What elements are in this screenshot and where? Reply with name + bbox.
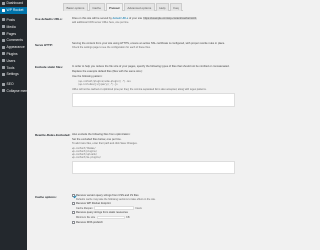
sidebar-item-label: Tools [6,65,15,70]
menu-icon [2,1,5,5]
sidebar-item-label: Media [6,24,16,29]
sidebar-item-wp-rocket[interactable]: WP Rocket [0,6,27,14]
sidebar-item-label: SEO [6,82,14,87]
sidebar-item-label: Pages [6,31,17,36]
checkbox-remove-footprint[interactable] [72,201,75,205]
row-serve-body: Serving the content from your site using… [72,42,237,49]
rewrite-code-4: wp-content/mu-plugins/ [72,156,101,160]
menu-icon [2,45,5,49]
menu-icon [2,18,5,22]
rewrite-textarea[interactable] [72,160,235,174]
option-remove-dns-prefetch-label: Remove DNS prefetch [75,220,103,224]
tab-basic[interactable]: Basic options [63,3,88,11]
serve-text-2: Check the settings page to see the confi… [72,45,151,49]
row-cache-options-body: Remove version query strings from CSS an… [72,193,237,225]
menu-icon [2,82,5,86]
sidebar-item-label: Users [6,58,16,63]
sidebar-item-label: Plugins [6,51,18,56]
sidebar-item-collapse-menu[interactable]: Collapse menu [0,88,27,95]
sidebar-item-plugins[interactable]: Plugins [0,51,27,58]
option-remove-dns-prefetch[interactable]: Remove DNS prefetch [72,220,237,225]
sidebar-item-label: WP Rocket [6,8,24,13]
tab-help[interactable]: Help [155,3,169,11]
row-rewrite-body: Also exclude the following files from op… [72,133,237,174]
rewrite-text-1: Also exclude the following files from op… [72,133,131,136]
min-file-size-label: Minimum file size [76,216,96,220]
sidebar-item-label: Posts [6,17,15,22]
option-remove-static-query-label: Remove query strings from static resourc… [75,211,128,215]
menu-icon [2,72,5,76]
sidebar-item-comments[interactable]: Comments [0,37,27,44]
cache-lifespan-label: Cache lifespan [76,206,93,210]
rewrite-text-3: To add more files, enter their path and … [72,141,138,145]
exclude-files-textarea[interactable] [72,92,235,107]
row-exclude-label: Exclude static files: [35,65,64,69]
option-remove-query-strings-label: Remove version query strings from CSS an… [75,193,139,197]
sidebar-item-appearance[interactable]: Appearance [0,44,27,51]
sidebar-item-pages[interactable]: Pages [0,30,27,37]
cache-lifespan-suffix: hours [135,206,142,210]
cache-lifespan-input[interactable] [94,206,135,210]
row-exclude-body: In order to help you reduce the file siz… [72,65,237,107]
exclude-text-2: Replace the example default files (files… [72,70,143,74]
menu-icon [2,8,5,12]
sidebar-item-posts[interactable]: Posts [0,17,27,24]
sidebar-item-label: Appearance [6,45,25,50]
menu-icon [2,32,5,36]
cdn-help-text: add additional CDN server URLs here, one… [72,20,130,24]
row-cdn-body: Files on this site will be served by def… [72,17,237,24]
sidebar-item-dashboard[interactable]: Dashboard [0,0,27,7]
settings-tabs: Basic options Cache Preload Advanced opt… [63,3,184,11]
sidebar-item-seo[interactable]: SEO [0,81,27,88]
tab-faq[interactable]: Faq [169,3,183,11]
exclude-code-2: /wp-includes/js/jquery/(.*).js [78,82,118,86]
exclude-text-3: Use the following pattern: [72,75,103,79]
cdn-default-urls-link[interactable]: default URLs [113,17,129,20]
menu-icon [2,52,5,56]
sidebar-item-media[interactable]: Media [0,23,27,30]
tab-preload[interactable]: Preload [105,3,123,11]
row-serve-label: Serve HTTP: [35,43,53,47]
min-file-size-input[interactable] [96,215,125,220]
sidebar-item-label: Dashboard [6,1,24,6]
option-remove-footprint-label: Remove WP Rocket footprint [75,201,111,205]
cdn-text-post: of your site [128,17,143,20]
menu-icon [2,89,5,93]
sidebar-item-label: Settings [6,72,19,77]
sidebar-item-tools[interactable]: Tools [0,64,27,71]
row-rewrite-label: Rewrite-Rules-Excluded: [35,133,71,137]
row-cache-options-label: Cache options: [35,195,57,199]
row-cdn-label: Use defaults URLs: [35,17,63,21]
menu-icon [2,38,5,42]
checkbox-remove-static-query[interactable] [72,211,75,215]
cdn-text-pre: Files on this site will be served by [72,17,112,20]
exclude-text-4: URLs will not be cached or optimized (on… [72,87,207,91]
admin-sidebar: Dashboard WP Rocket Posts Media Pages Comment… [0,0,27,250]
menu-icon [2,66,5,70]
sidebar-item-label: Collapse menu [6,88,28,93]
checkbox-remove-query-strings[interactable] [72,193,75,197]
min-file-size-suffix: KB [126,216,130,220]
main-content: Basic options Cache Preload Advanced opt… [27,0,250,250]
tab-advanced[interactable]: Advanced options [123,3,155,11]
checkbox-remove-dns-prefetch[interactable] [72,221,75,224]
tab-cache[interactable]: Cache [88,3,105,11]
cdn-url-code: https://example.com/wp-content/cache/min… [142,17,198,20]
sidebar-item-label: Comments [6,38,23,43]
menu-icon [2,25,5,29]
sidebar-item-users[interactable]: Users [0,57,27,64]
menu-icon [2,59,5,63]
exclude-text-1: In order to help you reduce the file siz… [72,65,230,68]
sidebar-item-settings[interactable]: Settings [0,71,27,78]
